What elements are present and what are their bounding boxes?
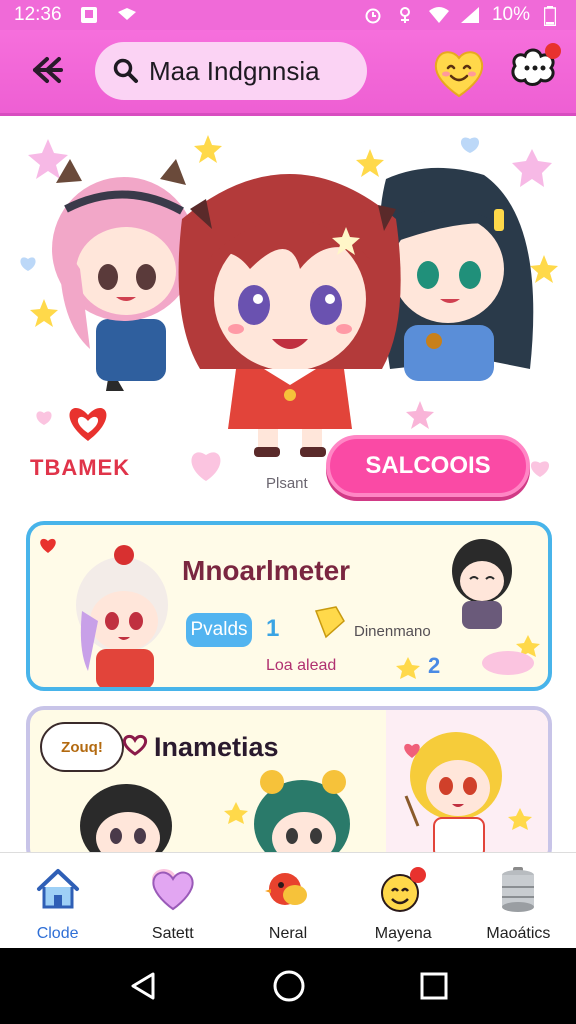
card-title: Mnoarlmeter	[182, 555, 351, 586]
card-title-2: Inametias	[154, 732, 279, 762]
emoji-button[interactable]	[431, 44, 487, 100]
nav-item-notifications[interactable]: Mayena	[346, 853, 461, 948]
heart-outline-icon	[122, 734, 148, 756]
home-circle-icon[interactable]	[272, 969, 306, 1003]
canister-icon	[502, 867, 535, 912]
status-time: 12:36	[14, 4, 62, 25]
back-triangle-icon[interactable]	[127, 970, 159, 1002]
app-bar	[0, 30, 576, 116]
nav-label-notifications: Mayena	[374, 925, 432, 942]
system-navigation-bar	[0, 948, 576, 1024]
recents-square-icon[interactable]	[419, 971, 449, 1001]
feature-card-2[interactable]: Zouq! Inametias	[26, 706, 552, 866]
smiley-face-icon	[434, 51, 484, 98]
search-input[interactable]	[149, 55, 359, 87]
category-tag[interactable]: Pvalds	[186, 613, 252, 647]
smile-notification-icon	[381, 867, 427, 912]
hero-banner: TBAMEK Plsant SALCOOIS	[0, 119, 576, 514]
signal-icon	[460, 6, 479, 24]
bottom-navigation: Clode Satett Neral Mayena Maoátics	[0, 852, 576, 948]
character-center	[178, 174, 401, 457]
status-bar: 12:36 10%	[0, 0, 576, 30]
feature-card[interactable]: Mnoarlmeter Pvalds 1 Dinenmano Loa alead…	[26, 521, 552, 691]
wifi-icon	[428, 6, 449, 24]
search-bar[interactable]	[95, 42, 367, 100]
nav-item-favorites[interactable]: Satett	[115, 853, 230, 948]
battery-percent: 10%	[491, 4, 530, 25]
location-icon	[396, 6, 414, 24]
speech-bubble: Zouq!	[40, 722, 124, 772]
card-subtitle: Dinenmano	[354, 623, 431, 640]
battery-icon	[543, 6, 562, 27]
nav-item-home[interactable]: Clode	[0, 853, 115, 948]
character-left	[52, 159, 196, 391]
count-value: 1	[266, 615, 280, 642]
hero-caption: Plsant	[266, 475, 308, 492]
search-icon	[113, 58, 138, 83]
nav-label-neral: Neral	[268, 925, 308, 942]
card-meta-label: Loa alead	[266, 657, 337, 674]
back-button[interactable]	[26, 50, 66, 90]
nav-label-home: Clode	[36, 925, 79, 942]
home-icon	[36, 869, 79, 909]
character-right	[378, 167, 534, 381]
nav-label-statistics: Maoátics	[486, 925, 551, 942]
alarm-icon	[364, 6, 382, 24]
chat-notification-button[interactable]	[507, 40, 563, 96]
chat-bubble-icon	[511, 43, 561, 86]
nav-label-favorites: Satett	[151, 925, 194, 942]
hero-action-button[interactable]: SALCOOIS	[326, 435, 530, 497]
heart-icon	[151, 869, 194, 911]
nav-item-statistics[interactable]: Maoátics	[461, 853, 576, 948]
team-label: TBAMEK	[30, 455, 131, 480]
rating-value: 2	[428, 653, 441, 678]
back-arrow-icon	[33, 57, 63, 83]
bird-icon	[265, 873, 307, 905]
nav-item-neral[interactable]: Neral	[230, 853, 345, 948]
notification-dot	[545, 43, 561, 59]
notification-icon	[80, 6, 98, 24]
mail-icon	[116, 6, 136, 24]
